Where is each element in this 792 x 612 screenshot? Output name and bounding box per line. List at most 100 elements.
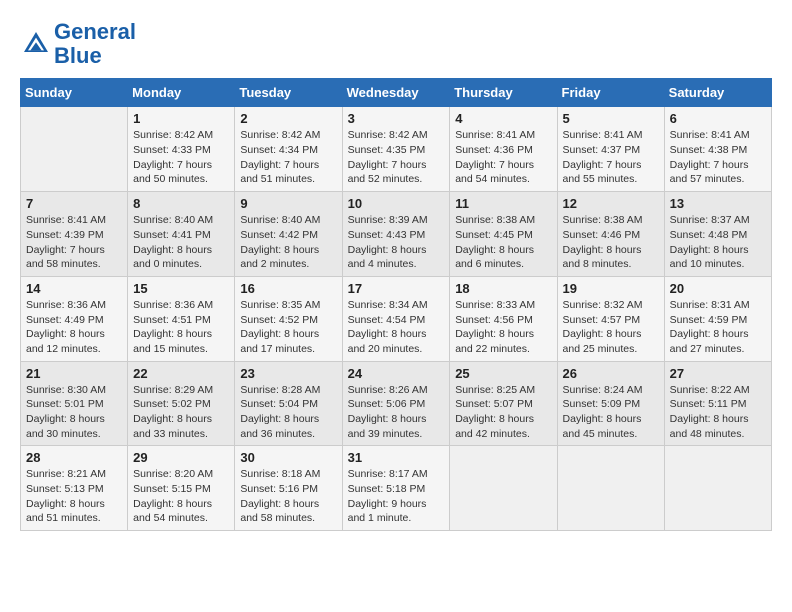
calendar-cell	[664, 446, 771, 531]
column-header-thursday: Thursday	[450, 79, 557, 107]
day-number: 3	[348, 111, 445, 126]
cell-details: Sunrise: 8:22 AMSunset: 5:11 PMDaylight:…	[670, 383, 766, 442]
day-number: 31	[348, 450, 445, 465]
calendar-cell: 15 Sunrise: 8:36 AMSunset: 4:51 PMDaylig…	[128, 276, 235, 361]
calendar-week-row: 1 Sunrise: 8:42 AMSunset: 4:33 PMDayligh…	[21, 107, 772, 192]
day-number: 14	[26, 281, 122, 296]
calendar-header-row: SundayMondayTuesdayWednesdayThursdayFrid…	[21, 79, 772, 107]
cell-details: Sunrise: 8:42 AMSunset: 4:34 PMDaylight:…	[240, 128, 336, 187]
page-header: General Blue	[20, 20, 772, 68]
column-header-wednesday: Wednesday	[342, 79, 450, 107]
day-number: 23	[240, 366, 336, 381]
calendar-cell: 10 Sunrise: 8:39 AMSunset: 4:43 PMDaylig…	[342, 192, 450, 277]
logo-text: General Blue	[54, 20, 136, 68]
calendar-cell: 7 Sunrise: 8:41 AMSunset: 4:39 PMDayligh…	[21, 192, 128, 277]
cell-details: Sunrise: 8:33 AMSunset: 4:56 PMDaylight:…	[455, 298, 551, 357]
calendar-cell: 23 Sunrise: 8:28 AMSunset: 5:04 PMDaylig…	[235, 361, 342, 446]
day-number: 10	[348, 196, 445, 211]
day-number: 7	[26, 196, 122, 211]
day-number: 21	[26, 366, 122, 381]
day-number: 6	[670, 111, 766, 126]
day-number: 11	[455, 196, 551, 211]
day-number: 20	[670, 281, 766, 296]
cell-details: Sunrise: 8:30 AMSunset: 5:01 PMDaylight:…	[26, 383, 122, 442]
cell-details: Sunrise: 8:21 AMSunset: 5:13 PMDaylight:…	[26, 467, 122, 526]
calendar-cell	[557, 446, 664, 531]
calendar-table: SundayMondayTuesdayWednesdayThursdayFrid…	[20, 78, 772, 531]
day-number: 15	[133, 281, 229, 296]
calendar-week-row: 28 Sunrise: 8:21 AMSunset: 5:13 PMDaylig…	[21, 446, 772, 531]
calendar-cell: 31 Sunrise: 8:17 AMSunset: 5:18 PMDaylig…	[342, 446, 450, 531]
cell-details: Sunrise: 8:38 AMSunset: 4:45 PMDaylight:…	[455, 213, 551, 272]
calendar-cell: 30 Sunrise: 8:18 AMSunset: 5:16 PMDaylig…	[235, 446, 342, 531]
cell-details: Sunrise: 8:36 AMSunset: 4:49 PMDaylight:…	[26, 298, 122, 357]
day-number: 5	[563, 111, 659, 126]
cell-details: Sunrise: 8:42 AMSunset: 4:35 PMDaylight:…	[348, 128, 445, 187]
calendar-cell: 2 Sunrise: 8:42 AMSunset: 4:34 PMDayligh…	[235, 107, 342, 192]
cell-details: Sunrise: 8:42 AMSunset: 4:33 PMDaylight:…	[133, 128, 229, 187]
day-number: 27	[670, 366, 766, 381]
calendar-week-row: 21 Sunrise: 8:30 AMSunset: 5:01 PMDaylig…	[21, 361, 772, 446]
column-header-monday: Monday	[128, 79, 235, 107]
day-number: 28	[26, 450, 122, 465]
calendar-cell: 25 Sunrise: 8:25 AMSunset: 5:07 PMDaylig…	[450, 361, 557, 446]
calendar-cell: 6 Sunrise: 8:41 AMSunset: 4:38 PMDayligh…	[664, 107, 771, 192]
day-number: 13	[670, 196, 766, 211]
calendar-cell: 8 Sunrise: 8:40 AMSunset: 4:41 PMDayligh…	[128, 192, 235, 277]
cell-details: Sunrise: 8:39 AMSunset: 4:43 PMDaylight:…	[348, 213, 445, 272]
calendar-cell: 28 Sunrise: 8:21 AMSunset: 5:13 PMDaylig…	[21, 446, 128, 531]
day-number: 1	[133, 111, 229, 126]
day-number: 25	[455, 366, 551, 381]
day-number: 30	[240, 450, 336, 465]
calendar-cell: 29 Sunrise: 8:20 AMSunset: 5:15 PMDaylig…	[128, 446, 235, 531]
column-header-tuesday: Tuesday	[235, 79, 342, 107]
calendar-cell: 5 Sunrise: 8:41 AMSunset: 4:37 PMDayligh…	[557, 107, 664, 192]
day-number: 16	[240, 281, 336, 296]
cell-details: Sunrise: 8:37 AMSunset: 4:48 PMDaylight:…	[670, 213, 766, 272]
day-number: 24	[348, 366, 445, 381]
column-header-sunday: Sunday	[21, 79, 128, 107]
calendar-cell: 17 Sunrise: 8:34 AMSunset: 4:54 PMDaylig…	[342, 276, 450, 361]
cell-details: Sunrise: 8:17 AMSunset: 5:18 PMDaylight:…	[348, 467, 445, 526]
day-number: 9	[240, 196, 336, 211]
logo-icon	[20, 28, 52, 60]
calendar-cell: 21 Sunrise: 8:30 AMSunset: 5:01 PMDaylig…	[21, 361, 128, 446]
calendar-cell: 18 Sunrise: 8:33 AMSunset: 4:56 PMDaylig…	[450, 276, 557, 361]
cell-details: Sunrise: 8:40 AMSunset: 4:42 PMDaylight:…	[240, 213, 336, 272]
day-number: 17	[348, 281, 445, 296]
cell-details: Sunrise: 8:25 AMSunset: 5:07 PMDaylight:…	[455, 383, 551, 442]
calendar-cell: 22 Sunrise: 8:29 AMSunset: 5:02 PMDaylig…	[128, 361, 235, 446]
day-number: 18	[455, 281, 551, 296]
day-number: 12	[563, 196, 659, 211]
cell-details: Sunrise: 8:31 AMSunset: 4:59 PMDaylight:…	[670, 298, 766, 357]
cell-details: Sunrise: 8:28 AMSunset: 5:04 PMDaylight:…	[240, 383, 336, 442]
calendar-cell: 19 Sunrise: 8:32 AMSunset: 4:57 PMDaylig…	[557, 276, 664, 361]
cell-details: Sunrise: 8:41 AMSunset: 4:36 PMDaylight:…	[455, 128, 551, 187]
logo: General Blue	[20, 20, 136, 68]
calendar-week-row: 14 Sunrise: 8:36 AMSunset: 4:49 PMDaylig…	[21, 276, 772, 361]
cell-details: Sunrise: 8:38 AMSunset: 4:46 PMDaylight:…	[563, 213, 659, 272]
cell-details: Sunrise: 8:18 AMSunset: 5:16 PMDaylight:…	[240, 467, 336, 526]
calendar-cell: 24 Sunrise: 8:26 AMSunset: 5:06 PMDaylig…	[342, 361, 450, 446]
calendar-cell: 20 Sunrise: 8:31 AMSunset: 4:59 PMDaylig…	[664, 276, 771, 361]
cell-details: Sunrise: 8:40 AMSunset: 4:41 PMDaylight:…	[133, 213, 229, 272]
column-header-saturday: Saturday	[664, 79, 771, 107]
calendar-cell: 3 Sunrise: 8:42 AMSunset: 4:35 PMDayligh…	[342, 107, 450, 192]
calendar-cell	[21, 107, 128, 192]
cell-details: Sunrise: 8:20 AMSunset: 5:15 PMDaylight:…	[133, 467, 229, 526]
calendar-cell: 11 Sunrise: 8:38 AMSunset: 4:45 PMDaylig…	[450, 192, 557, 277]
cell-details: Sunrise: 8:34 AMSunset: 4:54 PMDaylight:…	[348, 298, 445, 357]
day-number: 2	[240, 111, 336, 126]
calendar-cell: 13 Sunrise: 8:37 AMSunset: 4:48 PMDaylig…	[664, 192, 771, 277]
cell-details: Sunrise: 8:29 AMSunset: 5:02 PMDaylight:…	[133, 383, 229, 442]
cell-details: Sunrise: 8:41 AMSunset: 4:37 PMDaylight:…	[563, 128, 659, 187]
calendar-cell: 4 Sunrise: 8:41 AMSunset: 4:36 PMDayligh…	[450, 107, 557, 192]
cell-details: Sunrise: 8:41 AMSunset: 4:39 PMDaylight:…	[26, 213, 122, 272]
cell-details: Sunrise: 8:32 AMSunset: 4:57 PMDaylight:…	[563, 298, 659, 357]
calendar-cell: 16 Sunrise: 8:35 AMSunset: 4:52 PMDaylig…	[235, 276, 342, 361]
calendar-cell: 12 Sunrise: 8:38 AMSunset: 4:46 PMDaylig…	[557, 192, 664, 277]
cell-details: Sunrise: 8:35 AMSunset: 4:52 PMDaylight:…	[240, 298, 336, 357]
calendar-cell: 27 Sunrise: 8:22 AMSunset: 5:11 PMDaylig…	[664, 361, 771, 446]
calendar-cell	[450, 446, 557, 531]
calendar-cell: 14 Sunrise: 8:36 AMSunset: 4:49 PMDaylig…	[21, 276, 128, 361]
